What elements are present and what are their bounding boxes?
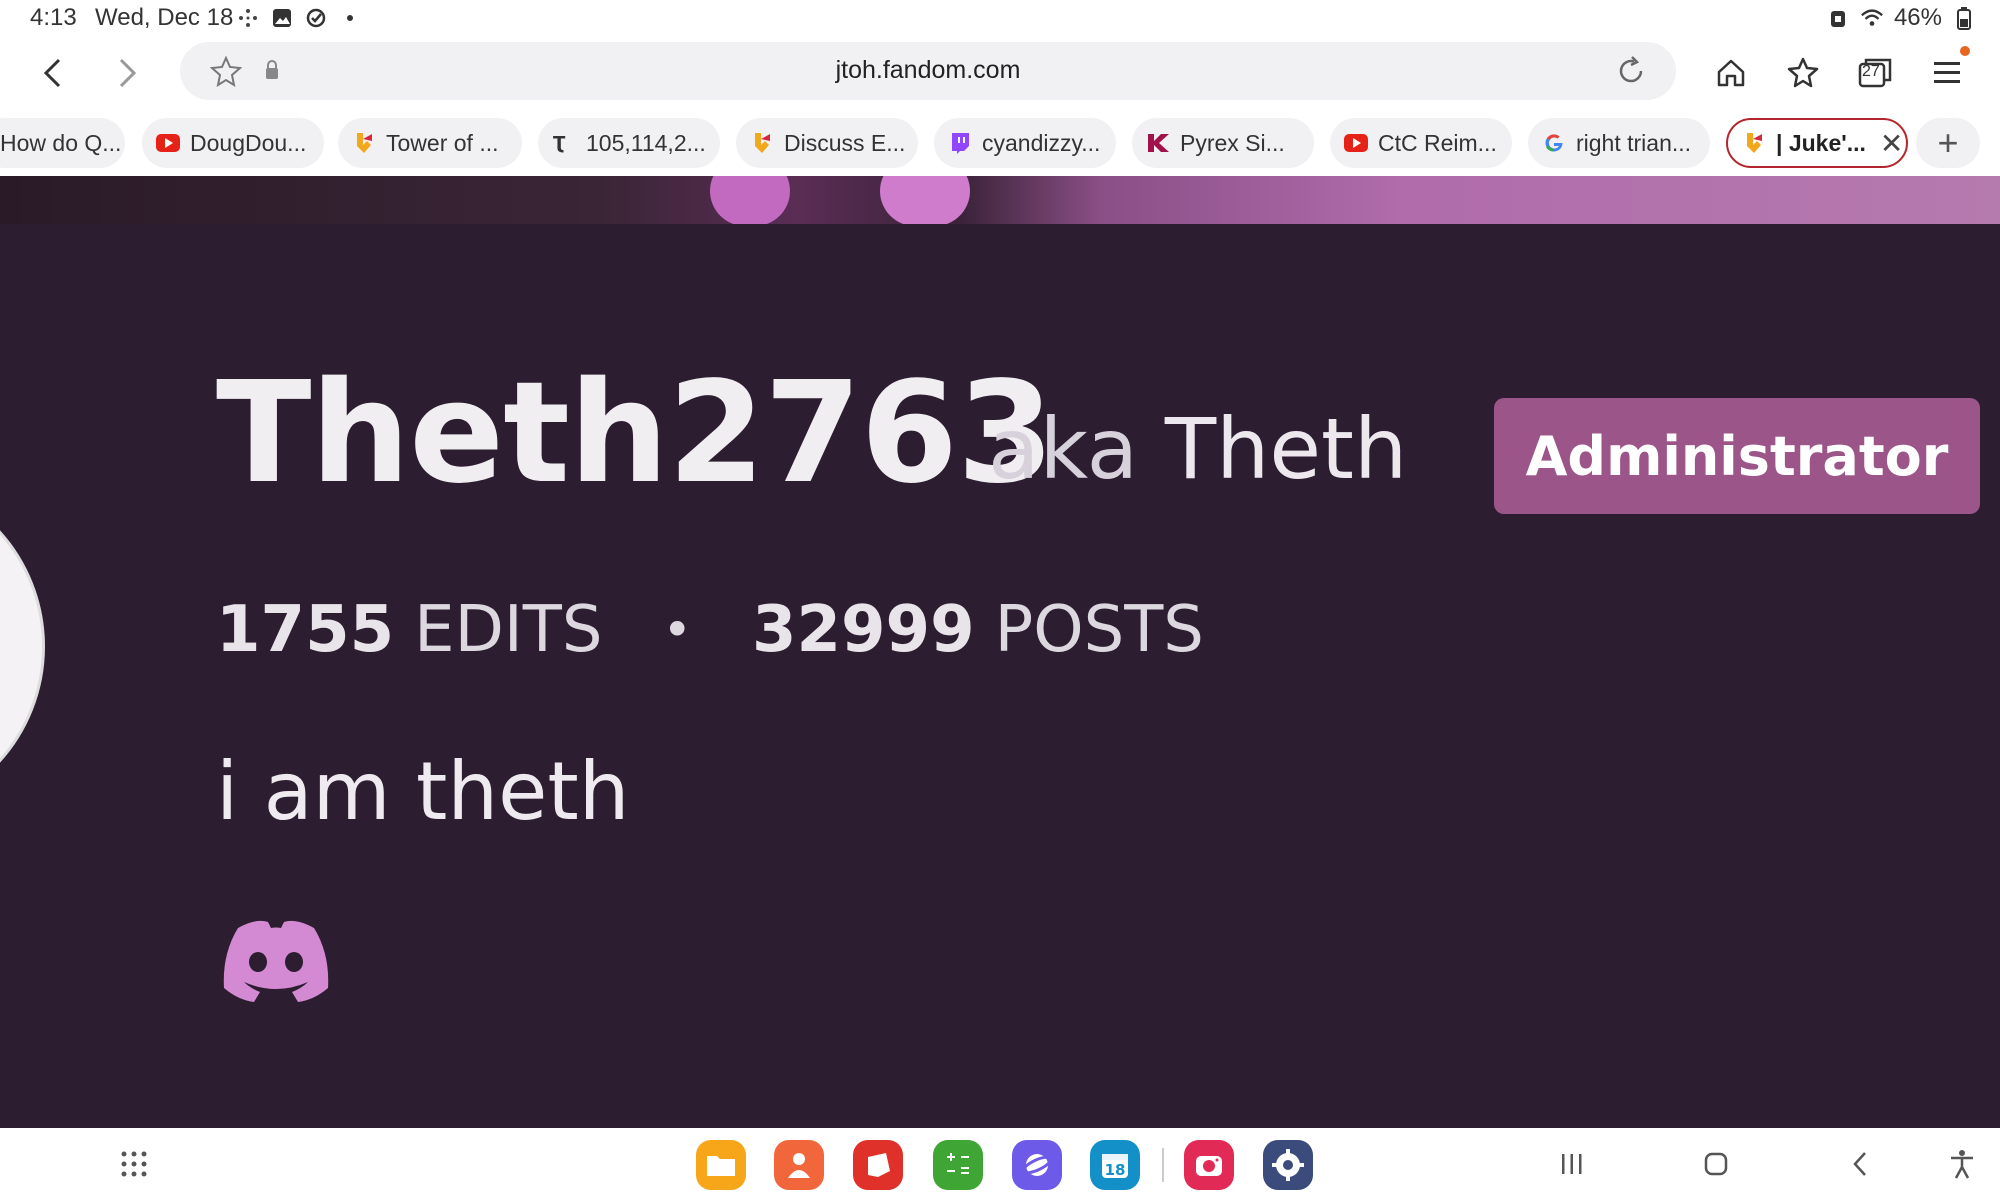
tab-8[interactable]: right trian...	[1528, 118, 1710, 168]
gallery-icon	[270, 6, 294, 30]
settings-app-icon[interactable]	[1263, 1140, 1313, 1190]
new-tab-button[interactable]: +	[1916, 118, 1980, 168]
profile-banner-image	[0, 176, 2000, 224]
status-time: 4:13	[30, 4, 77, 31]
tab-5[interactable]: cyandizzy...	[934, 118, 1116, 168]
app-drawer-icon[interactable]	[112, 1144, 156, 1184]
home-button[interactable]	[1706, 48, 1756, 98]
my-files-app-icon[interactable]	[696, 1140, 746, 1190]
forward-button[interactable]	[102, 48, 152, 98]
tab-label: How do Q...	[0, 129, 122, 156]
youtube-icon	[156, 131, 180, 155]
posts-label[interactable]: POSTS	[995, 598, 1204, 662]
contacts-app-icon[interactable]	[774, 1140, 824, 1190]
tab-4[interactable]: Discuss E...	[736, 118, 918, 168]
notes-app-icon[interactable]	[853, 1140, 903, 1190]
back-button[interactable]	[28, 48, 78, 98]
youtube-icon	[1344, 131, 1368, 155]
battery-percent: 46%	[1893, 4, 1942, 31]
posts-count[interactable]: 32999	[752, 598, 975, 662]
fandom-icon	[1742, 131, 1766, 155]
alarm-icon	[1826, 6, 1850, 30]
tab-2[interactable]: Tower of ...	[338, 118, 522, 168]
tab-label: Discuss E...	[784, 129, 906, 156]
browser-toolbar: jtoh.fandom.com 27	[0, 38, 2000, 108]
screen-recorder-app-icon[interactable]	[1184, 1140, 1234, 1190]
calculator-app-icon[interactable]	[933, 1140, 983, 1190]
dock-divider	[1162, 1148, 1164, 1182]
profile-masthead: Theth2763 aka Theth Administrator 1755 E…	[0, 224, 2000, 1128]
tab-label: CtC Reim...	[1378, 129, 1497, 156]
user-stats: 1755 EDITS • 32999 POSTS	[216, 598, 1204, 662]
url-text[interactable]: jtoh.fandom.com	[180, 56, 1676, 85]
tab-count: 27	[1862, 63, 1880, 80]
dot-icon	[338, 6, 362, 30]
nickname: Theth	[1164, 400, 1408, 498]
taskbar: 18	[0, 1128, 2000, 1200]
close-tab-icon[interactable]: ✕	[1880, 127, 1903, 160]
battery-icon	[1952, 6, 1976, 30]
notification-dot	[1960, 46, 1970, 56]
wifi-icon	[1860, 6, 1884, 30]
reload-icon[interactable]	[1614, 54, 1648, 93]
tab-strip: How do Q... DougDou... Tower of ... Ʈ 10…	[0, 116, 2000, 172]
notification-icons	[236, 6, 362, 30]
tab-7[interactable]: CtC Reim...	[1330, 118, 1512, 168]
edits-count[interactable]: 1755	[216, 598, 394, 662]
tab-label: right trian...	[1576, 129, 1692, 156]
avatar[interactable]	[0, 474, 45, 819]
username: Theth2763	[216, 352, 1054, 515]
user-alias: aka Theth	[988, 407, 1407, 491]
calendar-app-icon[interactable]: 18	[1090, 1140, 1140, 1190]
status-bar: 4:13 Wed, Dec 18 46%	[0, 0, 2000, 36]
recent-apps-button[interactable]	[1550, 1144, 1594, 1184]
k-icon	[1146, 131, 1170, 155]
user-bio: i am theth	[216, 745, 630, 838]
oeis-icon: Ʈ	[552, 131, 576, 155]
tab-label: Pyrex Si...	[1180, 129, 1285, 156]
tab-label: 105,114,2...	[586, 129, 706, 156]
tabs-button[interactable]: 27	[1850, 48, 1900, 98]
edits-label[interactable]: EDITS	[414, 598, 602, 662]
accessibility-icon[interactable]	[1940, 1144, 1984, 1184]
role-badge[interactable]: Administrator	[1494, 398, 1980, 514]
address-bar[interactable]: jtoh.fandom.com	[180, 42, 1676, 100]
tab-3[interactable]: Ʈ 105,114,2...	[538, 118, 720, 168]
discord-icon[interactable]	[216, 914, 336, 1004]
tab-0[interactable]: How do Q...	[0, 118, 125, 168]
tab-label: cyandizzy...	[982, 129, 1101, 156]
bookmarks-button[interactable]	[1778, 48, 1828, 98]
tab-label: Tower of ...	[386, 129, 499, 156]
tab-label: DougDou...	[190, 129, 307, 156]
tab-6[interactable]: Pyrex Si...	[1132, 118, 1314, 168]
svg-text:Ʈ: Ʈ	[553, 133, 566, 154]
tab-1[interactable]: DougDou...	[142, 118, 324, 168]
twitch-icon	[948, 131, 972, 155]
back-nav-button[interactable]	[1838, 1144, 1882, 1184]
sparkle-icon	[236, 6, 260, 30]
status-right: 46%	[1826, 4, 1976, 32]
stats-separator: •	[662, 601, 692, 659]
check-circle-icon	[304, 6, 328, 30]
calendar-day: 18	[1105, 1161, 1126, 1179]
tab-label: | Juke'...	[1776, 129, 1866, 156]
internet-browser-app-icon[interactable]	[1012, 1140, 1062, 1190]
fandom-icon	[750, 131, 774, 155]
home-nav-button[interactable]	[1694, 1144, 1738, 1184]
google-icon	[1542, 131, 1566, 155]
tab-9-active[interactable]: | Juke'... ✕	[1726, 118, 1908, 168]
aka-label: aka	[988, 400, 1139, 498]
fandom-icon	[352, 131, 376, 155]
status-date: Wed, Dec 18	[95, 4, 234, 31]
